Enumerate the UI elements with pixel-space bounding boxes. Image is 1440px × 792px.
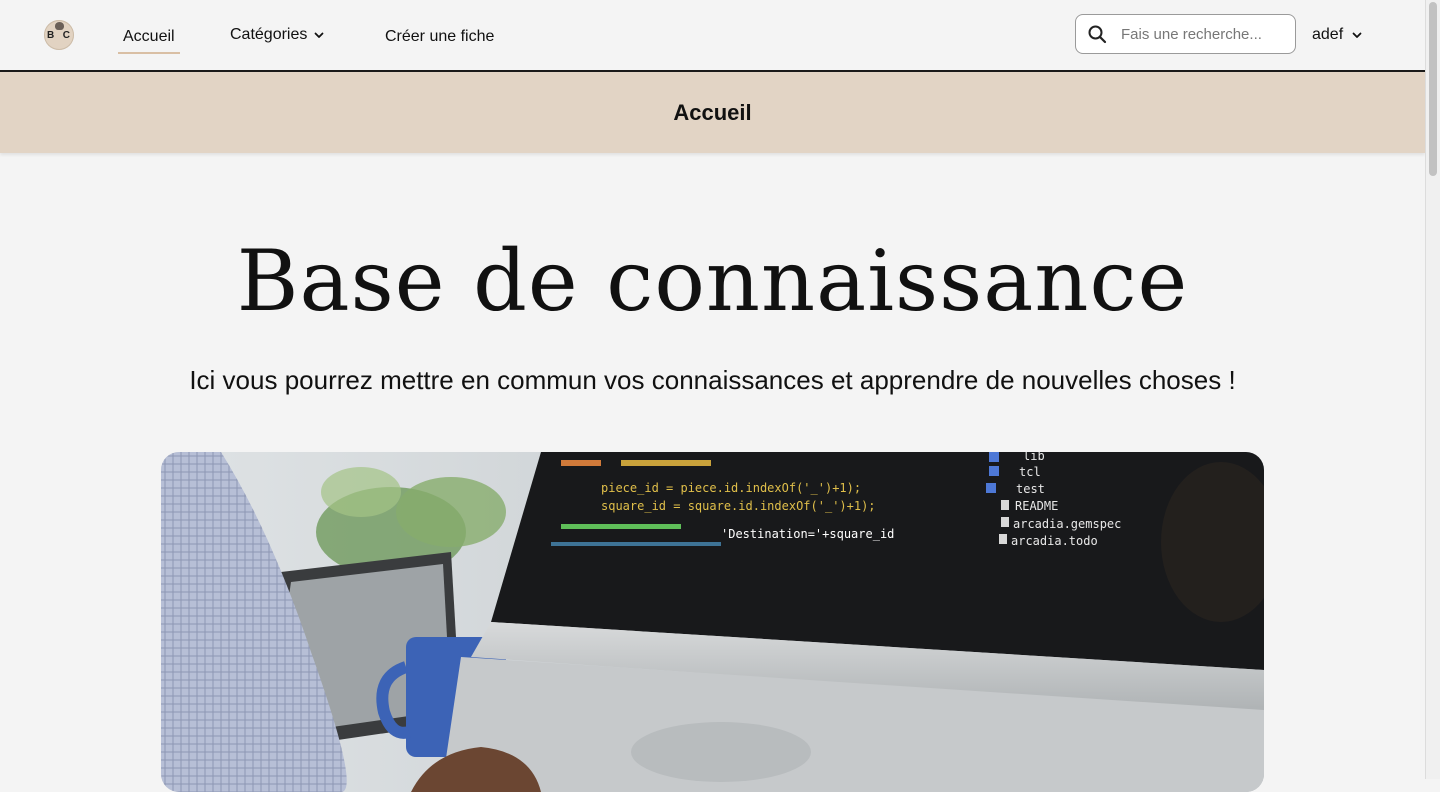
hero-image: piece_id = piece.id.indexOf('_')+1); squ… <box>161 452 1264 792</box>
page-scrollbar[interactable] <box>1425 0 1440 779</box>
top-navbar: B C Accueil Catégories Créer une fiche a… <box>0 0 1425 72</box>
file-item-gemspec: arcadia.gemspec <box>1013 517 1121 531</box>
nav-link-creer-fiche[interactable]: Créer une fiche <box>385 22 494 52</box>
owl-icon <box>55 22 64 30</box>
file-item-readme: README <box>1015 499 1058 513</box>
logo-letter-b: B <box>47 30 55 41</box>
nav-link-accueil[interactable]: Accueil <box>118 22 180 54</box>
search-icon <box>1088 25 1107 44</box>
scrollbar-thumb[interactable] <box>1429 2 1437 176</box>
user-name: adef <box>1312 26 1344 43</box>
code-line-3: 'Destination='+square_id <box>721 527 894 541</box>
page-title: Accueil <box>673 99 752 125</box>
file-item-test: test <box>1016 482 1045 496</box>
file-item-tcl: tcl <box>1019 465 1041 479</box>
search-input[interactable] <box>1119 24 1283 44</box>
file-item-lib: lib <box>1023 452 1045 463</box>
hero-subtitle: Ici vous pourrez mettre en commun vos co… <box>189 365 1236 395</box>
hero-title: Base de connaissance <box>236 232 1189 330</box>
chevron-down-icon <box>1352 32 1362 38</box>
nav-dropdown-categories[interactable]: Catégories <box>230 20 325 50</box>
page-banner: Accueil <box>0 72 1425 153</box>
user-menu[interactable]: adef <box>1312 20 1363 50</box>
search-box[interactable] <box>1075 14 1296 54</box>
computer-photo-illustration: piece_id = piece.id.indexOf('_')+1); squ… <box>161 452 1264 792</box>
logo-letter-c: C <box>62 30 70 41</box>
nav-categories-label: Catégories <box>230 26 308 43</box>
chevron-down-icon <box>314 32 324 38</box>
site-logo[interactable]: B C <box>44 20 74 50</box>
code-line-2: square_id = square.id.indexOf('_')+1); <box>601 499 876 513</box>
code-line-1: piece_id = piece.id.indexOf('_')+1); <box>601 481 861 495</box>
file-item-todo: arcadia.todo <box>1011 534 1098 548</box>
